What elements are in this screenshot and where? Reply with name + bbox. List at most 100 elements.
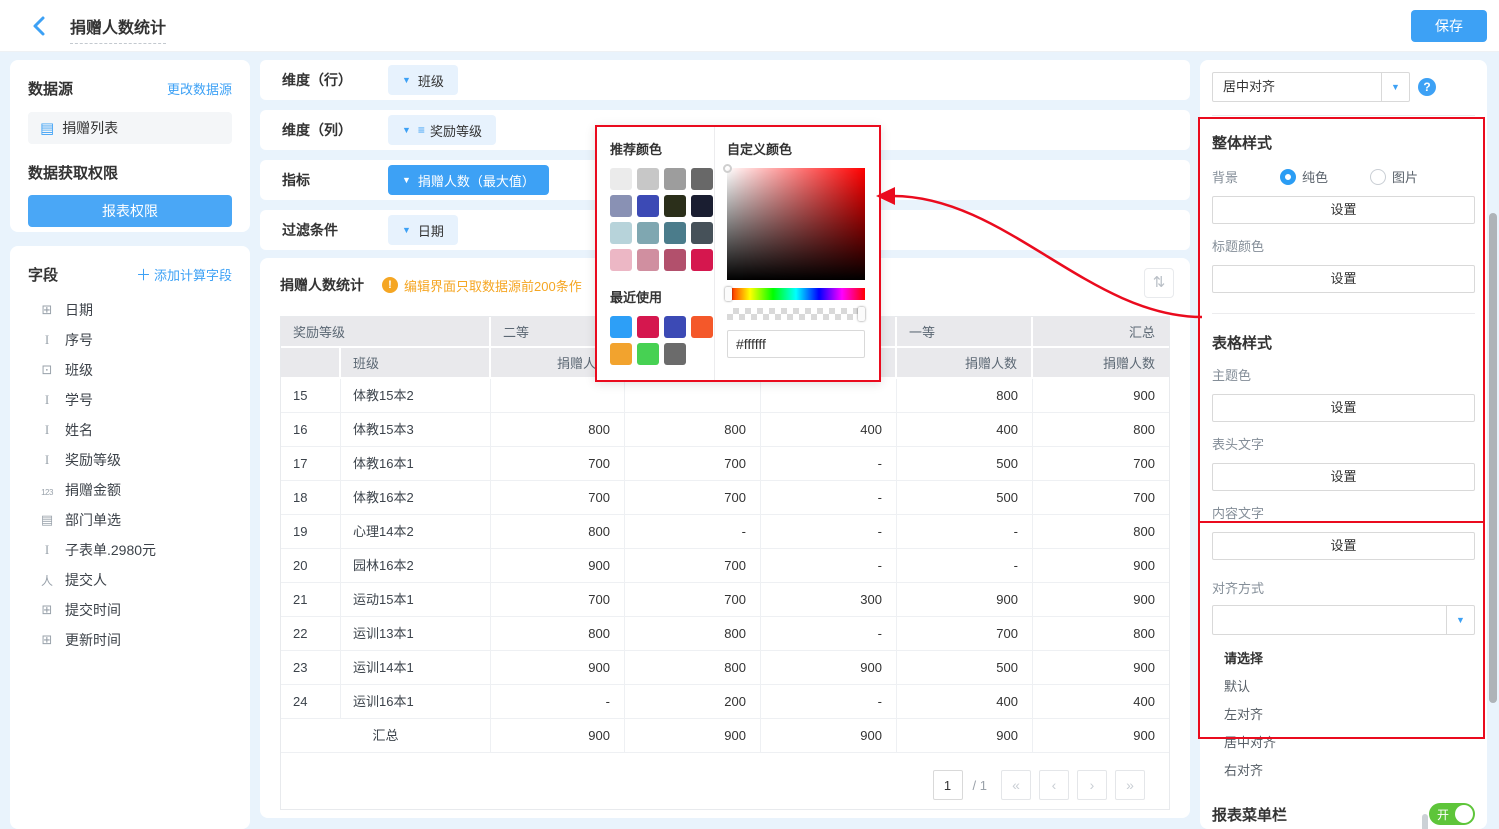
alpha-slider-handle[interactable]: [858, 307, 865, 321]
align-option[interactable]: 请选择: [1212, 645, 1475, 673]
table-scrollbar[interactable]: [1422, 814, 1428, 829]
color-swatch[interactable]: [691, 222, 713, 244]
align-option[interactable]: 居中对齐: [1212, 729, 1475, 757]
prev-page-icon[interactable]: ‹: [1039, 770, 1069, 800]
overall-style-title: 整体样式: [1212, 132, 1475, 153]
header-text-settings-button[interactable]: 设置: [1212, 463, 1475, 491]
color-swatch[interactable]: [637, 195, 659, 217]
align-option[interactable]: 默认: [1212, 673, 1475, 701]
bg-image-radio[interactable]: 图片: [1370, 167, 1418, 186]
field-item[interactable]: 日期: [28, 295, 232, 325]
color-swatch[interactable]: [637, 316, 659, 338]
recent-swatches: [610, 316, 714, 365]
color-swatch[interactable]: [610, 316, 632, 338]
header-text-label: 表头文字: [1212, 434, 1475, 453]
text-icon: [38, 392, 56, 408]
change-datasource-link[interactable]: 更改数据源: [167, 79, 232, 98]
color-swatch[interactable]: [610, 343, 632, 365]
report-permission-button[interactable]: 报表权限: [28, 195, 232, 227]
page-scrollbar[interactable]: [1489, 213, 1497, 703]
align-option[interactable]: 左对齐: [1212, 701, 1475, 729]
add-calculated-field-link[interactable]: ＋添加计算字段: [136, 264, 232, 285]
align-option[interactable]: 右对齐: [1212, 757, 1475, 785]
field-item[interactable]: 部门单选: [28, 505, 232, 535]
field-item[interactable]: 奖励等级: [28, 445, 232, 475]
field-item[interactable]: 学号: [28, 385, 232, 415]
color-swatch[interactable]: [637, 168, 659, 190]
col-dimension-tag[interactable]: ▼≡奖励等级: [388, 115, 496, 145]
sub-header-cell: 捐赠人数: [1033, 348, 1169, 379]
color-swatch[interactable]: [637, 249, 659, 271]
field-item[interactable]: 班级: [28, 355, 232, 385]
sort-icon[interactable]: ⇅: [1144, 268, 1174, 298]
menu-bar-title: 报表菜单栏: [1212, 804, 1287, 825]
color-swatch[interactable]: [610, 195, 632, 217]
table-row: 21运动15本1700700300900900: [281, 583, 1169, 617]
alpha-slider[interactable]: [727, 308, 865, 320]
field-item[interactable]: 捐赠金额: [28, 475, 232, 505]
color-swatch[interactable]: [691, 195, 713, 217]
color-swatch[interactable]: [610, 168, 632, 190]
bg-solid-radio[interactable]: 纯色: [1280, 167, 1328, 186]
content-text-settings-button[interactable]: 设置: [1212, 532, 1475, 560]
color-swatch[interactable]: [691, 316, 713, 338]
save-button[interactable]: 保存: [1411, 10, 1487, 42]
color-swatch[interactable]: [691, 249, 713, 271]
permission-title: 数据获取权限: [28, 162, 232, 183]
color-swatch[interactable]: [664, 249, 686, 271]
hue-slider-handle[interactable]: [725, 287, 732, 301]
row-dimension-tag[interactable]: ▼班级: [388, 65, 458, 95]
color-swatch[interactable]: [664, 222, 686, 244]
text-icon: [38, 452, 56, 468]
color-swatch[interactable]: [610, 222, 632, 244]
fields-title: 字段: [28, 264, 58, 285]
color-swatch[interactable]: [691, 168, 713, 190]
row-dimension-label: 维度（行）: [282, 70, 388, 90]
title-color-settings-button[interactable]: 设置: [1212, 265, 1475, 293]
sub-header-cell: 班级: [341, 348, 491, 379]
filter-tag[interactable]: ▼日期: [388, 215, 458, 245]
table-row: 22运训13本1800800-700800: [281, 617, 1169, 651]
last-page-icon[interactable]: »: [1115, 770, 1145, 800]
color-swatch[interactable]: [664, 316, 686, 338]
field-item[interactable]: 姓名: [28, 415, 232, 445]
align-options-list: 请选择 默认 左对齐 居中对齐 右对齐: [1212, 645, 1475, 785]
page-number-input[interactable]: [933, 770, 963, 800]
caret-down-icon[interactable]: ▼: [1381, 73, 1409, 101]
next-page-icon[interactable]: ›: [1077, 770, 1107, 800]
color-swatch[interactable]: [664, 343, 686, 365]
back-icon[interactable]: [28, 14, 52, 38]
color-swatch[interactable]: [664, 168, 686, 190]
field-item[interactable]: 提交人: [28, 565, 232, 595]
custom-color-title: 自定义颜色: [727, 139, 865, 158]
field-item[interactable]: 序号: [28, 325, 232, 355]
align-method-select[interactable]: ▼: [1212, 605, 1475, 635]
menu-bar-toggle[interactable]: 开: [1429, 803, 1475, 825]
content-text-label: 内容文字: [1212, 503, 1475, 522]
radio-selected-icon: [1280, 169, 1296, 185]
help-icon[interactable]: ?: [1418, 78, 1436, 96]
gradient-cursor-icon[interactable]: [723, 164, 732, 173]
page-title[interactable]: 捐赠人数统计: [70, 14, 166, 44]
color-swatch[interactable]: [637, 343, 659, 365]
hex-color-input[interactable]: [727, 330, 865, 358]
warning-text: 编辑界面只取数据源前200条作: [404, 276, 582, 295]
align-select[interactable]: 居中对齐 ▼: [1212, 72, 1410, 102]
background-settings-button[interactable]: 设置: [1212, 196, 1475, 224]
table-row: 17体教16本1700700-500700: [281, 447, 1169, 481]
caret-down-icon[interactable]: ▼: [1446, 606, 1474, 634]
color-swatch[interactable]: [637, 222, 659, 244]
datasource-item[interactable]: ▤ 捐赠列表: [28, 112, 232, 144]
color-swatch[interactable]: [664, 195, 686, 217]
color-picker-popup: 推荐颜色 最近使用: [595, 125, 881, 382]
hue-slider[interactable]: [727, 288, 865, 300]
first-page-icon[interactable]: «: [1001, 770, 1031, 800]
field-item[interactable]: 提交时间: [28, 595, 232, 625]
sort-list-icon: ≡: [418, 123, 425, 137]
theme-color-settings-button[interactable]: 设置: [1212, 394, 1475, 422]
color-swatch[interactable]: [610, 249, 632, 271]
field-item[interactable]: 子表单.2980元: [28, 535, 232, 565]
metric-tag[interactable]: ▼捐赠人数（最大值）: [388, 165, 549, 195]
saturation-gradient[interactable]: [727, 168, 865, 280]
field-item[interactable]: 更新时间: [28, 625, 232, 655]
